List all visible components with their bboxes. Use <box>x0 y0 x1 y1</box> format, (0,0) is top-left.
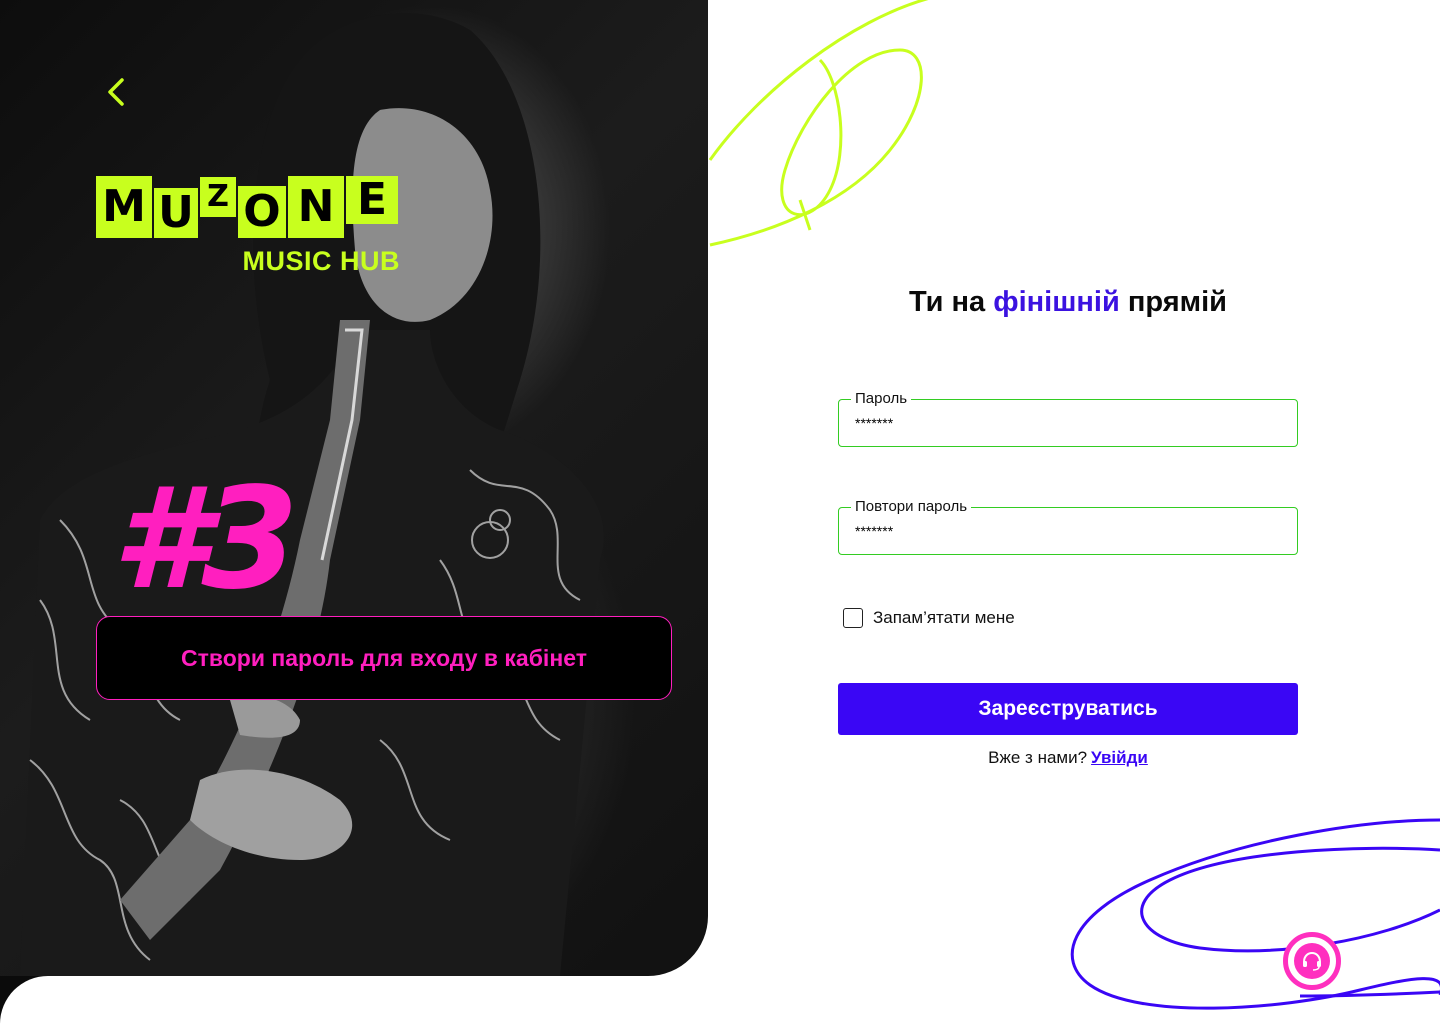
remember-me-row: Запам’ятати мене <box>843 608 1015 628</box>
hero-panel: M U Z O N E MUSIC HUB #3 Створи пароль д… <box>0 0 708 976</box>
chevron-left-icon <box>108 78 124 106</box>
support-button[interactable] <box>1283 932 1341 990</box>
password-field: Пароль <box>838 390 1298 447</box>
step-caption: Створи пароль для входу в кабінет <box>181 644 587 671</box>
logo-wordmark: M U Z O N E <box>96 176 410 238</box>
repeat-password-field: Повтори пароль <box>838 498 1298 555</box>
remember-me-checkbox[interactable] <box>843 608 863 628</box>
muzone-logo: M U Z O N E MUSIC HUB <box>96 176 410 276</box>
logo-letter-n: N <box>288 176 344 238</box>
login-prompt: Вже з нами? <box>988 748 1088 767</box>
back-button[interactable] <box>100 74 136 110</box>
logo-letter-z: Z <box>200 177 236 217</box>
support-icon-bg <box>1294 943 1330 979</box>
repeat-password-label: Повтори пароль <box>851 498 972 515</box>
remember-me-label: Запам’ятати мене <box>873 608 1015 627</box>
password-label: Пароль <box>851 390 912 407</box>
login-prompt-row: Вже з нами? Увійди <box>838 748 1298 768</box>
logo-letter-m: M <box>96 176 152 238</box>
repeat-password-input[interactable] <box>853 518 1277 544</box>
step-caption-box: Створи пароль для входу в кабінет <box>96 616 672 700</box>
logo-letter-o: O <box>238 186 286 238</box>
step-number: #3 <box>112 458 299 621</box>
password-input[interactable] <box>853 410 1277 436</box>
violet-scribble-decoration <box>1070 818 1440 1010</box>
headset-icon <box>1303 951 1321 971</box>
title-part-1: Ти на <box>909 286 994 318</box>
page-title: Ти на фінішній прямій <box>838 286 1298 319</box>
musician-photo <box>20 13 604 976</box>
title-part-2: прямій <box>1119 286 1227 318</box>
logo-subtitle: MUSIC HUB <box>242 246 400 276</box>
logo-letter-e: E <box>346 176 398 224</box>
register-button[interactable]: Зареєструватись <box>838 683 1298 735</box>
logo-letter-u: U <box>154 188 198 238</box>
panel-bottom-edge <box>0 976 708 1024</box>
login-link[interactable]: Увійди <box>1091 748 1148 767</box>
title-accent: фінішній <box>993 286 1120 318</box>
lime-scribble-decoration <box>708 0 929 247</box>
